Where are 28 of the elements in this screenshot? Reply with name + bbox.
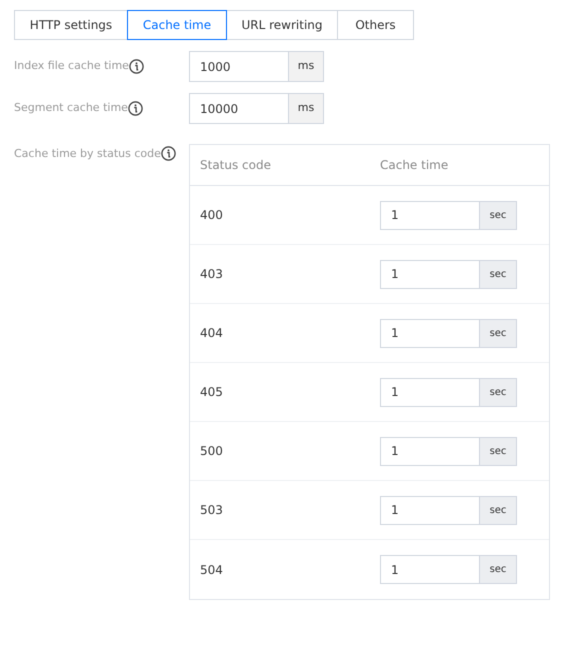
status-code: 500 <box>200 443 224 460</box>
column-header: Cache time <box>380 157 448 174</box>
tab[interactable]: HTTP settings <box>14 10 128 40</box>
status-code: 504 <box>200 562 224 578</box>
field-label: Segment cache time <box>14 100 128 116</box>
status-code: 400 <box>200 207 224 224</box>
tab[interactable]: Others <box>337 10 414 40</box>
unit-addon: sec <box>479 378 517 406</box>
unit-addon: sec <box>479 555 517 584</box>
unit-addon: ms <box>288 93 324 124</box>
unit-addon: ms <box>288 51 324 82</box>
unit-addon: sec <box>479 200 517 230</box>
column-header: Status code <box>200 157 272 174</box>
unit-addon: sec <box>479 318 517 348</box>
status-code: 405 <box>200 384 224 401</box>
info-icon <box>128 101 143 116</box>
info-icon <box>128 59 144 74</box>
status-code: 503 <box>200 502 224 519</box>
tab[interactable]: URL rewriting <box>226 10 338 40</box>
status-code: 404 <box>200 325 224 342</box>
unit-addon: sec <box>479 436 517 466</box>
unit-addon: sec <box>479 260 517 288</box>
status-code: 403 <box>200 266 224 283</box>
info-icon <box>160 146 176 161</box>
tab[interactable]: Cache time <box>127 10 227 40</box>
field-label: Index file cache time <box>14 58 129 74</box>
unit-addon: sec <box>479 496 517 524</box>
field-label: Cache time by status code <box>14 146 161 162</box>
